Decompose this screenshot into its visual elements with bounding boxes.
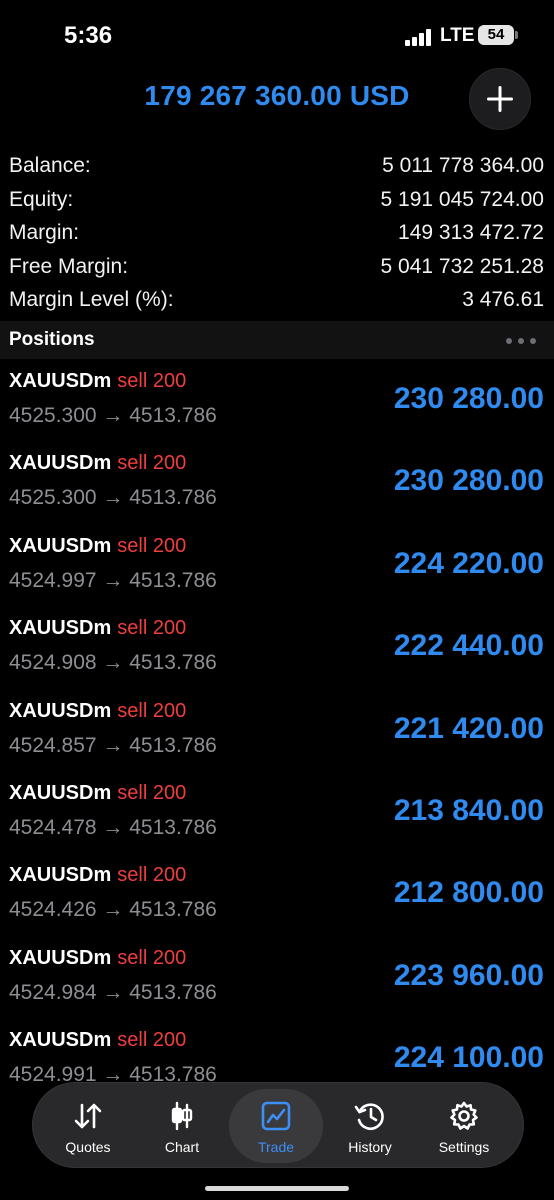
position-side: sell 200 bbox=[117, 699, 187, 722]
bottom-tab-bar: Quotes Chart Trade History Settings bbox=[32, 1082, 524, 1168]
position-profit: 224 220.00 bbox=[393, 546, 544, 580]
position-side: sell 200 bbox=[117, 370, 187, 392]
position-symbol: XAUUSDm sell 200 bbox=[9, 617, 186, 640]
ellipsis-icon[interactable] bbox=[506, 338, 536, 344]
tab-label: History bbox=[348, 1139, 392, 1155]
status-time: 5:36 bbox=[64, 22, 113, 49]
position-profit: 213 840.00 bbox=[393, 793, 544, 827]
position-symbol: XAUUSDm sell 200 bbox=[9, 1029, 186, 1052]
position-row[interactable]: XAUUSDm sell 200 4524.426 → 4513.786 212 … bbox=[0, 856, 554, 938]
summary-row-balance: Balance: 5 011 778 364.00 bbox=[0, 152, 554, 186]
position-symbol-text: XAUUSDm bbox=[9, 699, 112, 722]
cellular-signal-icon bbox=[405, 28, 431, 46]
position-side: sell 200 bbox=[117, 781, 187, 804]
position-symbol-text: XAUUSDm bbox=[9, 1029, 112, 1052]
positions-list: XAUUSDm sell 200 4525.300 → 4513.786 230 … bbox=[0, 362, 554, 1104]
tab-trade[interactable]: Trade bbox=[229, 1089, 323, 1163]
tab-label: Trade bbox=[257, 1139, 295, 1155]
position-profit: 212 800.00 bbox=[393, 876, 544, 910]
position-row[interactable]: XAUUSDm sell 200 4524.997 → 4513.786 224 … bbox=[0, 527, 554, 609]
summary-row-margin: Margin: 149 313 472.72 bbox=[0, 219, 554, 253]
position-symbol-text: XAUUSDm bbox=[9, 946, 112, 969]
position-row[interactable]: XAUUSDm sell 200 4525.300 → 4513.786 230 … bbox=[0, 444, 554, 526]
gear-icon bbox=[417, 1101, 511, 1133]
summary-label: Balance: bbox=[9, 154, 91, 177]
position-symbol: XAUUSDm sell 200 bbox=[9, 864, 186, 887]
position-prices: 4525.300 → 4513.786 bbox=[9, 404, 217, 427]
home-indicator bbox=[205, 1186, 349, 1191]
summary-label: Margin Level (%): bbox=[9, 288, 174, 311]
positions-header: Positions bbox=[0, 321, 554, 359]
position-symbol-text: XAUUSDm bbox=[9, 370, 112, 392]
position-profit: 230 280.00 bbox=[393, 382, 544, 415]
position-row[interactable]: XAUUSDm sell 200 4524.984 → 4513.786 223 … bbox=[0, 939, 554, 1021]
history-clock-icon bbox=[323, 1101, 417, 1133]
account-summary: Balance: 5 011 778 364.00 Equity: 5 191 … bbox=[0, 152, 554, 320]
position-symbol: XAUUSDm sell 200 bbox=[9, 535, 186, 558]
position-prices: 4524.997 → 4513.786 bbox=[9, 568, 217, 592]
summary-row-free-margin: Free Margin: 5 041 732 251.28 bbox=[0, 253, 554, 287]
position-side: sell 200 bbox=[117, 1029, 187, 1052]
tab-label: Chart bbox=[164, 1139, 200, 1155]
candlestick-icon bbox=[135, 1101, 229, 1133]
position-side: sell 200 bbox=[117, 534, 187, 557]
position-row[interactable]: XAUUSDm sell 200 4524.908 → 4513.786 222 … bbox=[0, 609, 554, 691]
position-row[interactable]: XAUUSDm sell 200 4525.300 → 4513.786 230 … bbox=[0, 362, 554, 444]
position-symbol: XAUUSDm sell 200 bbox=[9, 452, 186, 475]
summary-row-margin-level: Margin Level (%): 3 476.61 bbox=[0, 286, 554, 320]
position-prices: 4524.908 → 4513.786 bbox=[9, 651, 217, 675]
tab-label: Settings bbox=[438, 1139, 490, 1155]
summary-value: 5 011 778 364.00 bbox=[382, 154, 544, 177]
trade-chart-icon bbox=[229, 1101, 323, 1133]
position-profit: 224 100.00 bbox=[393, 1041, 544, 1075]
quotes-arrows-icon bbox=[41, 1101, 135, 1133]
summary-label: Margin: bbox=[9, 221, 80, 244]
positions-title: Positions bbox=[9, 329, 95, 350]
summary-label: Free Margin: bbox=[9, 254, 129, 278]
position-row[interactable]: XAUUSDm sell 200 4524.478 → 4513.786 213 … bbox=[0, 774, 554, 856]
position-prices: 4524.426 → 4513.786 bbox=[9, 898, 217, 922]
position-symbol: XAUUSDm sell 200 bbox=[9, 370, 186, 393]
summary-value: 5 191 045 724.00 bbox=[380, 187, 545, 211]
position-symbol: XAUUSDm sell 200 bbox=[9, 700, 186, 723]
position-symbol-text: XAUUSDm bbox=[9, 617, 112, 640]
network-type: LTE bbox=[440, 25, 475, 46]
position-symbol-text: XAUUSDm bbox=[9, 452, 112, 475]
position-profit: 221 420.00 bbox=[393, 711, 544, 745]
position-side: sell 200 bbox=[117, 617, 187, 640]
position-symbol: XAUUSDm sell 200 bbox=[9, 782, 186, 805]
add-order-button[interactable] bbox=[469, 68, 531, 130]
position-profit: 223 960.00 bbox=[393, 958, 544, 992]
position-symbol-text: XAUUSDm bbox=[9, 781, 112, 804]
summary-row-equity: Equity: 5 191 045 724.00 bbox=[0, 186, 554, 220]
position-symbol-text: XAUUSDm bbox=[9, 864, 112, 887]
status-bar: 5:36 LTE 54 bbox=[0, 0, 554, 70]
position-prices: 4524.984 → 4513.786 bbox=[9, 980, 217, 1004]
position-side: sell 200 bbox=[117, 946, 187, 969]
summary-value: 3 476.61 bbox=[462, 288, 544, 311]
position-row[interactable]: XAUUSDm sell 200 4524.857 → 4513.786 221 … bbox=[0, 692, 554, 774]
position-symbol: XAUUSDm sell 200 bbox=[9, 947, 186, 970]
position-symbol-text: XAUUSDm bbox=[9, 534, 112, 557]
position-profit: 222 440.00 bbox=[393, 629, 544, 663]
tab-history[interactable]: History bbox=[323, 1089, 417, 1163]
summary-value: 149 313 472.72 bbox=[398, 221, 544, 244]
position-prices: 4525.300 → 4513.786 bbox=[9, 486, 217, 510]
summary-value: 5 041 732 251.28 bbox=[380, 254, 545, 278]
tab-label: Quotes bbox=[65, 1139, 111, 1155]
position-prices: 4524.857 → 4513.786 bbox=[9, 733, 217, 757]
battery-icon: 54 bbox=[478, 25, 518, 45]
position-profit: 230 280.00 bbox=[393, 464, 544, 498]
tab-quotes[interactable]: Quotes bbox=[41, 1089, 135, 1163]
tab-settings[interactable]: Settings bbox=[417, 1089, 511, 1163]
tab-chart[interactable]: Chart bbox=[135, 1089, 229, 1163]
position-prices: 4524.478 → 4513.786 bbox=[9, 815, 217, 839]
summary-label: Equity: bbox=[9, 187, 74, 211]
position-side: sell 200 bbox=[117, 864, 187, 887]
position-side: sell 200 bbox=[117, 452, 187, 475]
